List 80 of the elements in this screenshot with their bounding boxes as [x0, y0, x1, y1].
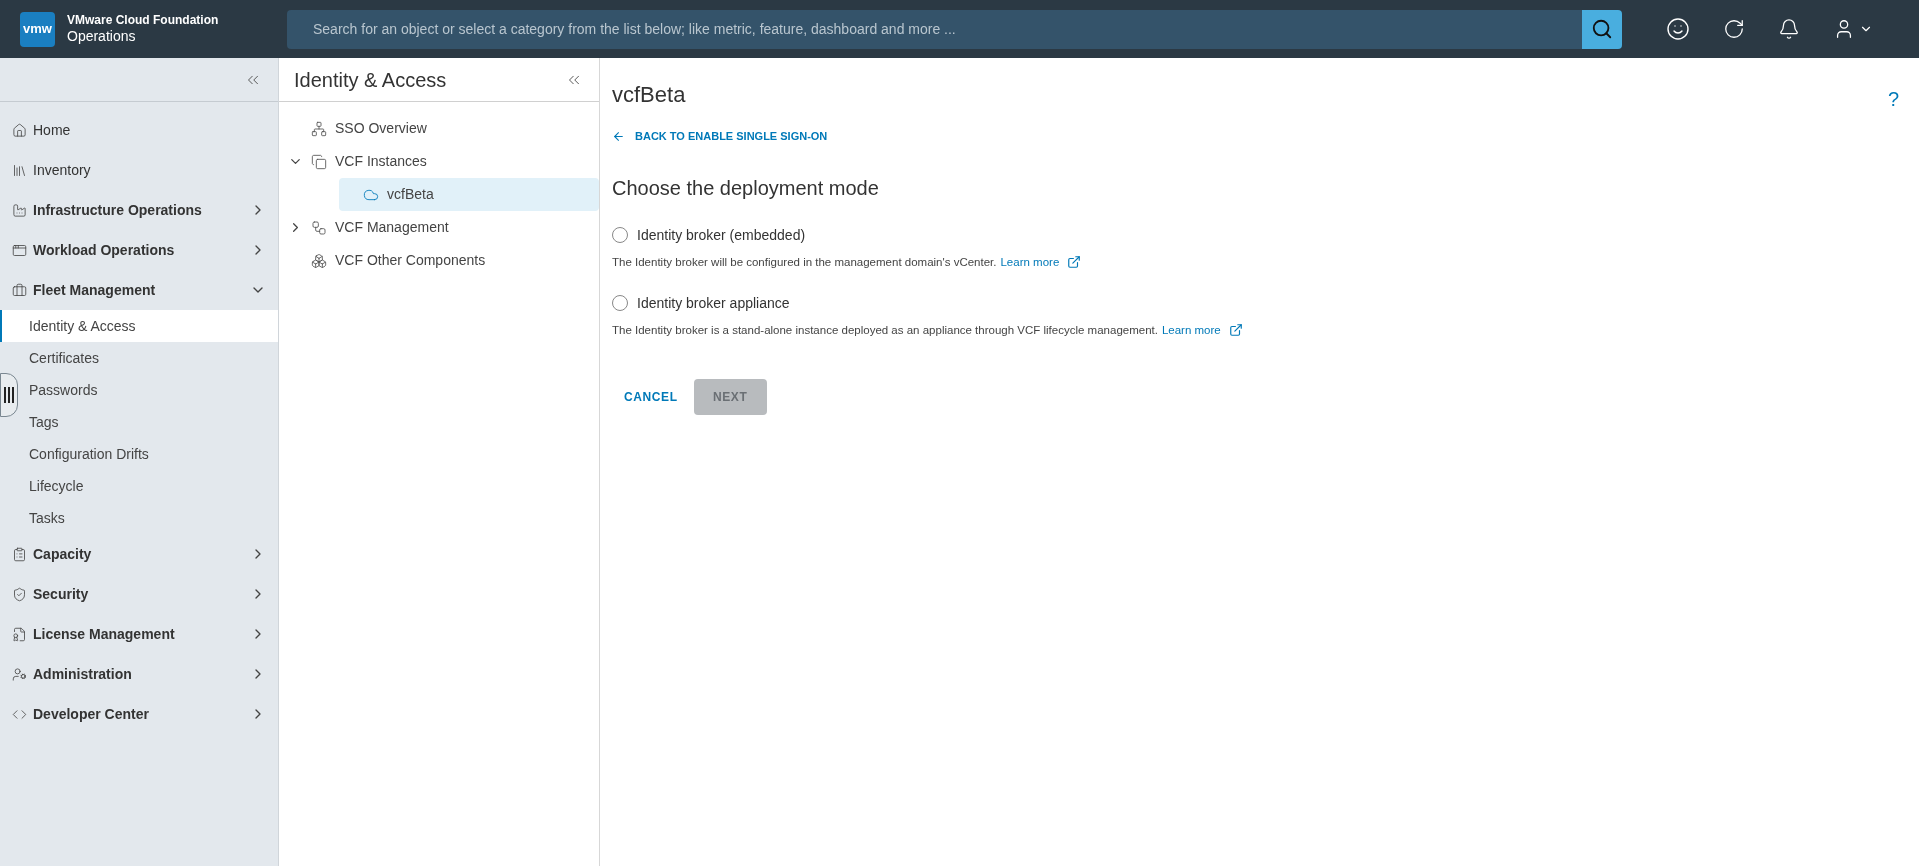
nav-item[interactable]: Administration: [0, 654, 278, 694]
option-description: The Identity broker will be configured in the management domain's vCenter.: [612, 254, 997, 270]
radio-label: Identity broker (embedded): [637, 225, 806, 245]
external-link-icon[interactable]: [1067, 255, 1082, 270]
drag-handle[interactable]: [0, 373, 18, 417]
smiley-icon[interactable]: [1666, 17, 1690, 41]
tree-label: VCF Management: [335, 218, 449, 237]
nav-label: Developer Center: [33, 704, 150, 724]
radio-button[interactable]: [612, 227, 628, 243]
nav-label: Fleet Management: [33, 280, 157, 300]
tree-label: VCF Other Components: [335, 251, 486, 270]
window-icon: [12, 242, 27, 258]
refresh-icon[interactable]: [1723, 18, 1745, 40]
learn-more-link[interactable]: Learn more: [1000, 253, 1060, 271]
tree-label: VCF Instances: [335, 152, 427, 171]
books-icon: [12, 162, 27, 178]
arrow-left-icon: [612, 129, 625, 143]
tree-item[interactable]: VCF Instances: [287, 145, 599, 178]
nav-subitem[interactable]: Tasks: [20, 502, 278, 534]
clipboard-icon: [12, 546, 27, 562]
tree-item[interactable]: vcfBeta: [339, 178, 599, 211]
learn-more-link[interactable]: Learn more: [1161, 321, 1221, 339]
nav-item[interactable]: Security: [0, 574, 278, 614]
copy-icon: [311, 153, 327, 170]
nav-label: License Management: [33, 624, 176, 644]
back-link-label: BACK TO ENABLE SINGLE SIGN-ON: [635, 129, 828, 144]
nav-item[interactable]: Workload Operations: [0, 230, 278, 270]
bell-icon[interactable]: [1778, 18, 1800, 40]
tree-item[interactable]: VCF Other Components: [287, 244, 599, 277]
tree-label: vcfBeta: [387, 185, 434, 204]
briefcase-icon: [12, 282, 27, 298]
nav-label: Workload Operations: [33, 240, 176, 260]
hierarchy-icon: [311, 120, 327, 137]
option-description: The Identity broker is a stand-alone instance deployed as an appliance through VCF lifecycle management.: [612, 322, 1158, 338]
shield-icon: [12, 586, 27, 602]
nav-item[interactable]: Home: [0, 110, 278, 150]
nav-label: Home: [33, 120, 72, 140]
nav-subitem[interactable]: Configuration Drifts: [20, 438, 278, 470]
radio-option[interactable]: Identity broker (embedded): [612, 224, 1899, 246]
external-link-icon[interactable]: [1228, 323, 1243, 338]
help-link[interactable]: ?: [1887, 84, 1899, 114]
search-icon: [1591, 18, 1613, 40]
nav-label: Inventory: [33, 160, 92, 180]
factory-icon: [12, 202, 27, 218]
page-title: vcfBeta: [612, 81, 686, 109]
nav-item[interactable]: License Management: [0, 614, 278, 654]
tree-item[interactable]: SSO Overview: [287, 112, 599, 145]
radio-button[interactable]: [612, 295, 628, 312]
nav-subitem[interactable]: Identity & Access: [0, 310, 278, 342]
nav-item[interactable]: Fleet Management: [0, 270, 278, 310]
nav-subitem[interactable]: Passwords: [20, 374, 278, 406]
nav-item[interactable]: Developer Center: [0, 694, 278, 734]
nav-item[interactable]: Inventory: [0, 150, 278, 190]
product-subtitle: Operations: [67, 27, 137, 46]
nav-item[interactable]: Infrastructure Operations: [0, 190, 278, 230]
panel-title: Identity & Access: [294, 67, 447, 93]
nav-subitem[interactable]: Certificates: [20, 342, 278, 374]
certificate-icon: [12, 626, 27, 642]
back-link[interactable]: BACK TO ENABLE SINGLE SIGN-ON: [612, 128, 1899, 145]
nav-label: Administration: [33, 664, 133, 684]
network-icon: [311, 219, 327, 236]
tree-label: SSO Overview: [335, 119, 427, 138]
home-icon: [12, 122, 27, 138]
nav-item[interactable]: Capacity: [0, 534, 278, 574]
radio-option[interactable]: Identity broker appliance: [612, 292, 1899, 314]
search-button[interactable]: [1582, 9, 1622, 49]
nav-label: Capacity: [33, 544, 93, 564]
tree-item[interactable]: VCF Management: [287, 211, 599, 244]
product-name: VMware Cloud Foundation: [67, 12, 220, 28]
cancel-button[interactable]: CANCEL: [624, 379, 678, 415]
logo: vmw: [20, 11, 55, 47]
nav-label: Infrastructure Operations: [33, 200, 203, 220]
nav-subitem[interactable]: Lifecycle: [20, 470, 278, 502]
user-gear-icon: [12, 666, 27, 682]
nav-subitem[interactable]: Tags: [20, 406, 278, 438]
search-field[interactable]: Search for an object or select a category from the list below; like metric, feature, dashboard and more ...: [287, 9, 1582, 49]
components-icon: [311, 252, 327, 269]
radio-label: Identity broker appliance: [637, 293, 790, 313]
nav-label: Security: [33, 584, 90, 604]
section-heading: Choose the deployment mode: [612, 175, 880, 201]
